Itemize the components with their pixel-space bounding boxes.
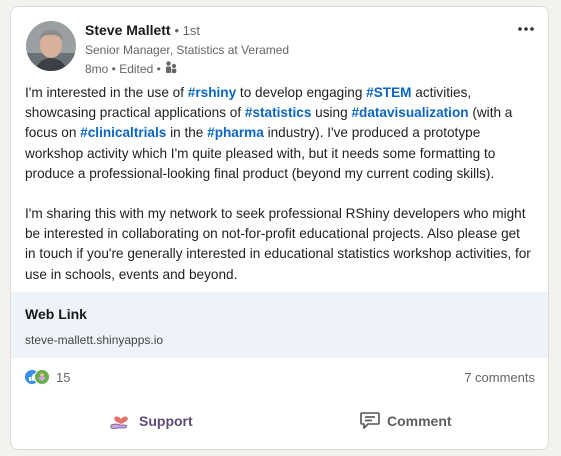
hashtag-link[interactable]: #datavisualization — [351, 105, 468, 120]
social-counts: 15 7 comments — [24, 366, 535, 388]
comment-button[interactable]: Comment — [353, 405, 458, 437]
hashtag-link[interactable]: #STEM — [366, 85, 411, 100]
comment-icon — [359, 410, 381, 433]
support-icon — [109, 409, 133, 434]
post-text-segment: using — [311, 105, 352, 121]
author-avatar[interactable] — [26, 21, 76, 71]
reactions-summary[interactable]: 15 — [24, 369, 70, 385]
web-link-card[interactable]: Web Link steve-mallett.shinyapps.io — [11, 292, 548, 358]
author-headline: Senior Manager, Statistics at Veramed — [85, 43, 290, 57]
post-body: I'm interested in the use of #rshiny to … — [25, 83, 533, 285]
comment-label: Comment — [387, 413, 452, 429]
post-paragraph-1: I'm interested in the use of #rshiny to … — [25, 83, 533, 184]
reactions-count: 15 — [56, 369, 71, 385]
hashtag-link[interactable]: #statistics — [245, 105, 312, 120]
connections-visibility-icon — [164, 60, 178, 78]
post-text-segment: to develop engaging — [236, 85, 367, 100]
author-name[interactable]: Steve Mallett — [85, 22, 171, 38]
support-label: Support — [139, 413, 193, 429]
link-url: steve-mallett.shinyapps.io — [25, 333, 164, 347]
post-card: Steve Mallett • 1st Senior Manager, Stat… — [10, 6, 549, 450]
reaction-icons — [24, 369, 50, 385]
hashtag-link[interactable]: #pharma — [207, 125, 264, 140]
post-actions: Support Comment — [11, 399, 548, 443]
more-options-button[interactable] — [514, 17, 538, 41]
hashtag-link[interactable]: #rshiny — [188, 85, 236, 100]
support-button[interactable]: Support — [103, 405, 199, 437]
connection-degree: • 1st — [174, 23, 200, 38]
comments-count[interactable]: 7 comments — [464, 370, 535, 385]
link-title: Web Link — [25, 306, 87, 322]
ellipsis-icon — [518, 27, 534, 31]
post-time: 8mo • Edited • — [85, 62, 161, 76]
post-text-segment: in the — [166, 125, 208, 141]
post-text-segment: I'm interested in the use of — [25, 85, 188, 100]
post-paragraph-2: I'm sharing this with my network to seek… — [25, 206, 531, 282]
hashtag-link[interactable]: #clinicaltrials — [80, 125, 166, 140]
